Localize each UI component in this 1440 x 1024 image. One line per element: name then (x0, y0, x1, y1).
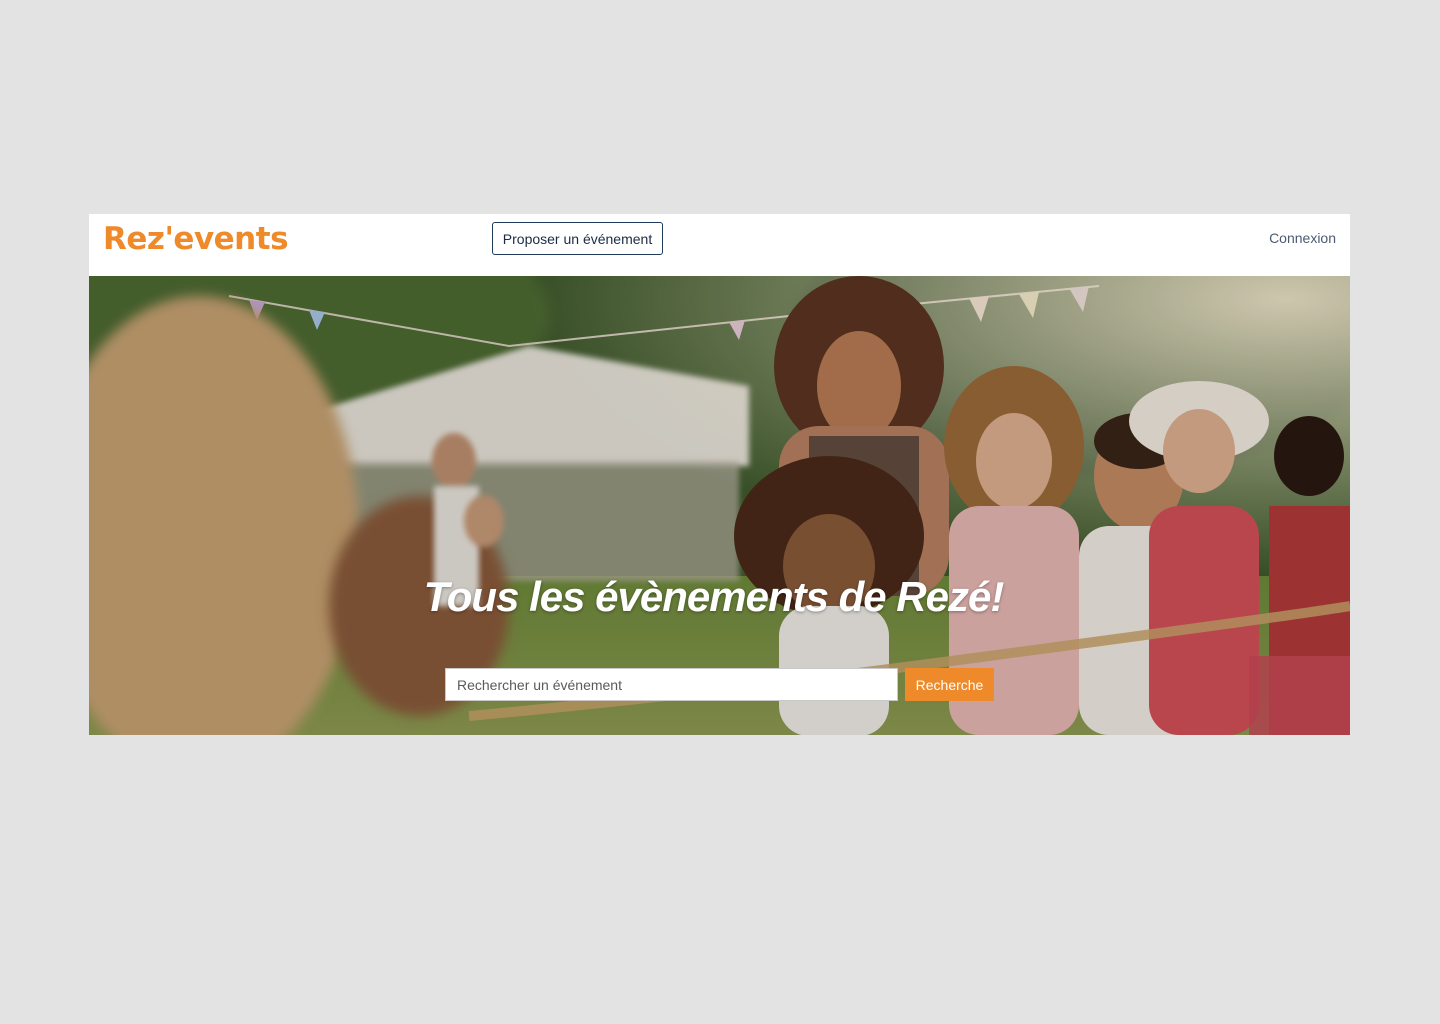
hero-title-text: Tous les évènements de Rezé! (423, 573, 1005, 620)
search-button[interactable]: Recherche (905, 668, 994, 701)
hero-banner: Tous les évènements de Rezé! Recherche (89, 276, 1350, 735)
site-logo[interactable]: Rez'events (103, 219, 289, 259)
page-frame: Rez'events Proposer un événement Connexi… (89, 214, 1350, 735)
hero-overlay (89, 276, 1350, 735)
hero-title: Tous les évènements de Rezé! (89, 573, 1350, 621)
login-link[interactable]: Connexion (1269, 230, 1336, 246)
event-search-input[interactable] (445, 668, 898, 701)
propose-event-button[interactable]: Proposer un événement (492, 222, 663, 255)
navbar: Rez'events Proposer un événement Connexi… (89, 214, 1350, 276)
